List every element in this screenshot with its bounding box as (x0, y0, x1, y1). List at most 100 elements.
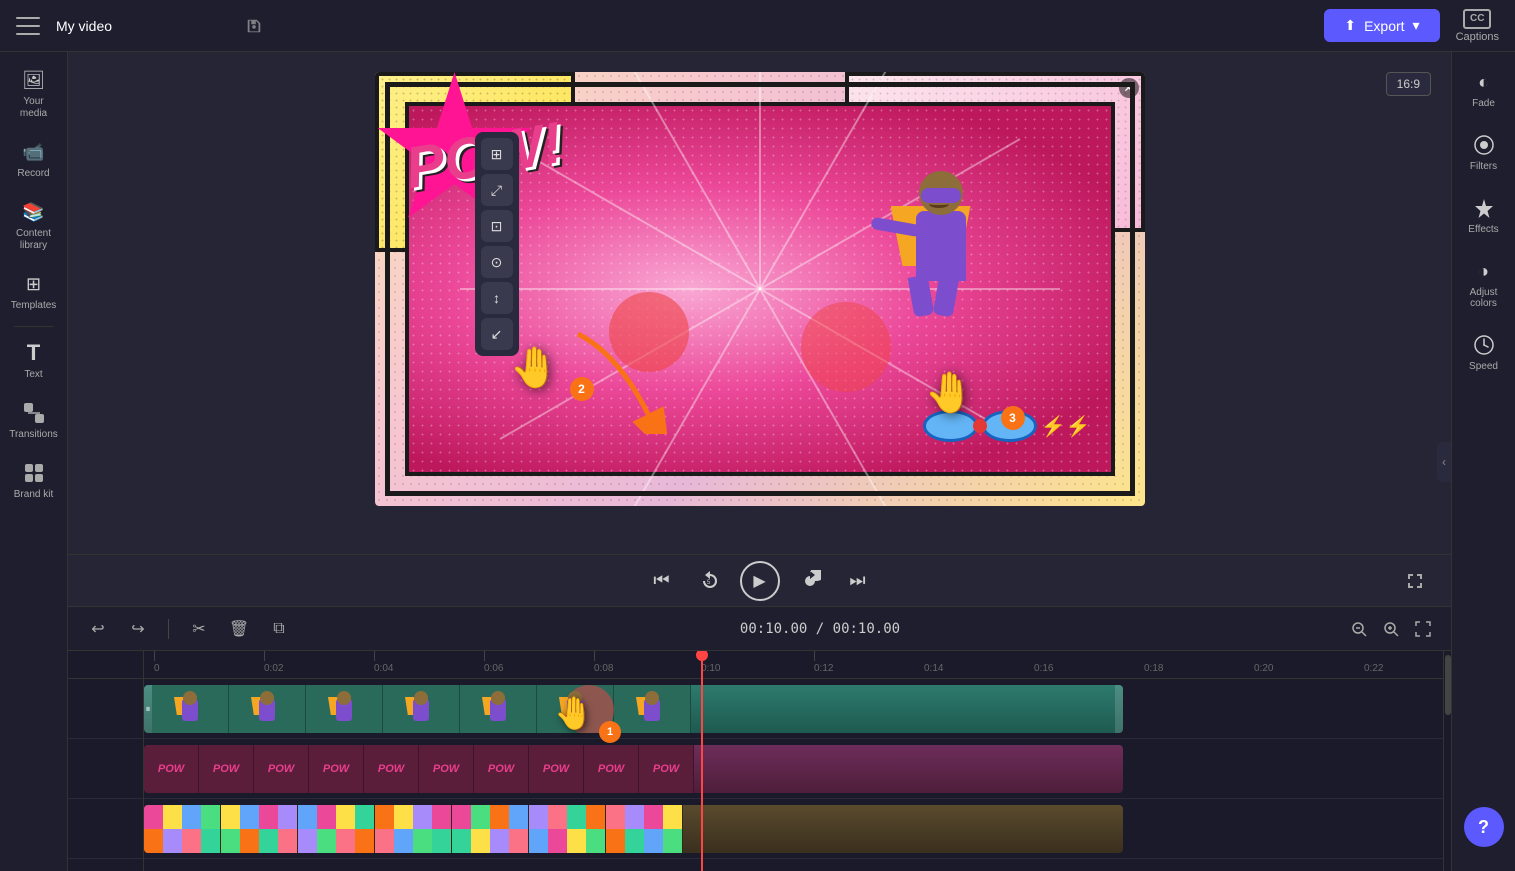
copy-button[interactable]: ⧉ (265, 615, 293, 643)
skip-back-button[interactable]: ⏮ (644, 563, 680, 599)
clip-thumbs-3 (144, 805, 1123, 853)
undo-button[interactable]: ↩ (84, 615, 112, 643)
sidebar-item-content-library[interactable]: 📚 Content library (4, 192, 64, 260)
sidebar-item-transitions[interactable]: Transitions (4, 393, 64, 449)
ruler-marks-container: 0 0:02 0:04 0:06 0:08 0:10 (144, 651, 1443, 678)
color-thumb-2 (221, 805, 298, 853)
sidebar-item-speed[interactable]: Speed (1456, 323, 1512, 382)
tool-resize[interactable]: ⤢ (481, 174, 513, 206)
transitions-label: Transitions (9, 429, 58, 441)
track-label-1 (68, 679, 143, 739)
collapse-handle[interactable]: ‹ (1437, 442, 1451, 482)
rewind-5s-button[interactable]: 5 (692, 563, 728, 599)
sidebar-item-brand-kit[interactable]: Brand kit (4, 453, 64, 509)
sidebar-item-text[interactable]: T Text (4, 333, 64, 389)
delete-button[interactable]: 🗑 (225, 615, 253, 643)
sidebar-item-record[interactable]: 📹 Record (4, 132, 64, 188)
fullscreen-button[interactable] (1399, 565, 1431, 597)
sidebar-item-filters[interactable]: Filters (1456, 123, 1512, 182)
play-pause-button[interactable]: ▶ (740, 561, 780, 601)
menu-icon[interactable] (16, 14, 40, 38)
thumb-1-5 (460, 685, 537, 733)
tool-position[interactable]: ⊙ (481, 246, 513, 278)
track-row-3 (144, 799, 1443, 859)
tool-send-back[interactable]: ↙ (481, 318, 513, 350)
clip-handle-right-1[interactable] (1115, 685, 1123, 733)
ruler-mark-02: 0:02 (264, 663, 283, 674)
pow-text-3: POW (268, 763, 294, 775)
sidebar-item-templates[interactable]: ⊞ Templates (4, 264, 64, 320)
export-button[interactable]: ⬆ Export ▾ (1324, 9, 1439, 42)
effects-icon (1472, 196, 1496, 220)
sidebar-item-effects[interactable]: Effects (1456, 186, 1512, 245)
record-icon: 📹 (22, 140, 46, 164)
tool-flip-v[interactable]: ↕ (481, 282, 513, 314)
skip-forward-button[interactable]: ⏭ (840, 563, 876, 599)
timecode-total: 00:10.00 (833, 621, 900, 637)
pow-thumb-7: POW (474, 745, 529, 793)
sidebar-left: 🖼 Your media 📹 Record 📚 Content library … (0, 52, 68, 871)
thumb-1-3 (306, 685, 383, 733)
pow-text-4: POW (323, 763, 349, 775)
expand-timeline-button[interactable] (1411, 617, 1435, 641)
track-clip-1[interactable]: ⏸ (144, 685, 1123, 733)
captions-button[interactable]: CC Captions (1456, 9, 1499, 43)
svg-text:5: 5 (707, 580, 711, 586)
track-label-3 (68, 799, 143, 859)
save-icon[interactable] (245, 17, 263, 35)
pow-thumb-8: POW (529, 745, 584, 793)
clip-handle-left-1[interactable]: ⏸ (144, 685, 152, 733)
thumb-1-2 (229, 685, 306, 733)
timeline-ruler: 0 0:02 0:04 0:06 0:08 0:10 (144, 651, 1443, 679)
timeline-scrollbar[interactable] (1443, 651, 1451, 871)
ruler-mark-010: 0:10 (701, 663, 720, 674)
topbar: ⬆ Export ▾ CC Captions (0, 0, 1515, 52)
forward-5s-button[interactable]: 5 (792, 563, 828, 599)
tool-crop[interactable]: ⊞ (481, 138, 513, 170)
sidebar-item-adjust-colors[interactable]: ◑ Adjust colors (1456, 249, 1512, 319)
ruler-mark-06: 0:06 (484, 663, 503, 674)
sidebar-item-your-media[interactable]: 🖼 Your media (4, 60, 64, 128)
redo-button[interactable]: ↪ (124, 615, 152, 643)
zoom-in-button[interactable] (1379, 617, 1403, 641)
pow-text-6: POW (433, 763, 459, 775)
playhead[interactable] (701, 651, 703, 871)
thumb-1-4 (383, 685, 460, 733)
center-content: 16:9 (68, 52, 1451, 871)
ruler-mark-0: 0 (154, 663, 160, 674)
track-clip-2[interactable]: POW POW POW POW (144, 745, 1123, 793)
color-thumb-6 (529, 805, 606, 853)
zoom-out-button[interactable] (1347, 617, 1371, 641)
sidebar-item-fade[interactable]: ◐ Fade (1456, 60, 1512, 119)
pow-text-9: POW (598, 763, 624, 775)
export-label: Export (1364, 18, 1404, 34)
filters-label: Filters (1470, 161, 1497, 172)
clip-thumbs-2: POW POW POW POW (144, 745, 1123, 793)
pow-text-7: POW (488, 763, 514, 775)
playback-controls: ⏮ 5 ▶ 5 ⏭ (68, 554, 1451, 606)
help-button[interactable]: ? (1464, 807, 1504, 847)
clip-thumbs-1 (152, 685, 1115, 733)
your-media-icon: 🖼 (22, 68, 46, 92)
pow-text-8: POW (543, 763, 569, 775)
record-label: Record (17, 168, 49, 180)
ruler-mark-04: 0:04 (374, 663, 393, 674)
cut-button[interactable]: ✂ (185, 615, 213, 643)
timecode: 00:10.00 / 00:10.00 (305, 621, 1335, 637)
speed-label: Speed (1469, 361, 1498, 372)
pow-thumb-10: POW (639, 745, 694, 793)
tool-duplicate[interactable]: ⊡ (481, 210, 513, 242)
pow-thumb-3: POW (254, 745, 309, 793)
adjust-colors-label: Adjust colors (1460, 287, 1508, 309)
timeline-scrollbar-thumb[interactable] (1445, 655, 1451, 715)
timecode-current: 00:10.00 (740, 621, 807, 637)
pow-thumb-2: POW (199, 745, 254, 793)
content-library-label: Content library (10, 228, 58, 252)
your-media-label: Your media (10, 96, 58, 120)
video-title-input[interactable] (56, 18, 237, 34)
glow-circle-left (609, 292, 689, 372)
video-container[interactable]: POW! (375, 72, 1145, 506)
track-clip-3[interactable] (144, 805, 1123, 853)
video-close-button[interactable]: ✕ (1119, 78, 1139, 98)
pow-thumb-5: POW (364, 745, 419, 793)
